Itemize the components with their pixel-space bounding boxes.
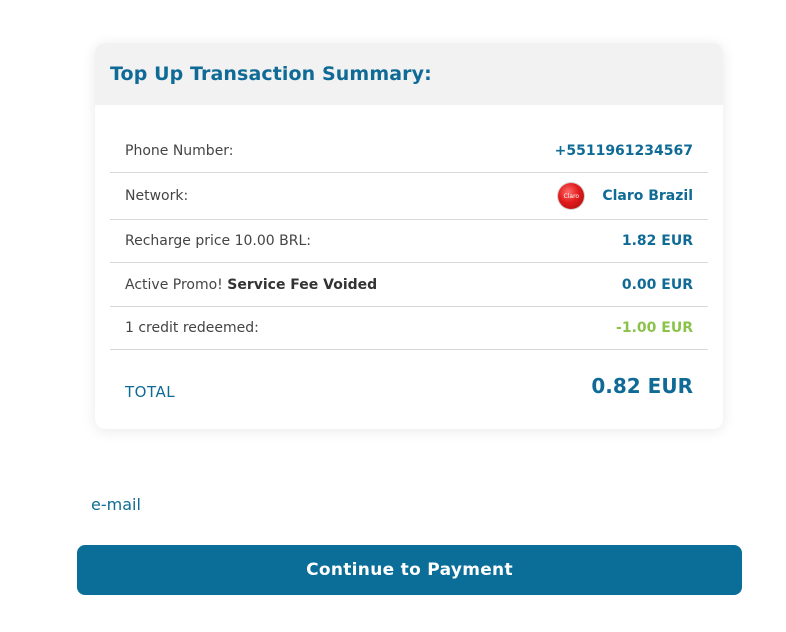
summary-rows: Phone Number: +5511961234567 Network: Cl…: [110, 129, 708, 350]
network-value: Claro Brazil: [602, 188, 693, 204]
network-label: Network:: [125, 188, 189, 204]
total-label: TOTAL: [125, 383, 176, 401]
continue-to-payment-button[interactable]: Continue to Payment: [77, 545, 742, 595]
row-credit-redeemed: 1 credit redeemed: -1.00 EUR: [110, 307, 708, 350]
network-value-group: Claro Claro Brazil: [558, 183, 693, 209]
card-header: Top Up Transaction Summary:: [95, 43, 723, 105]
recharge-price-label: Recharge price 10.00 BRL:: [125, 233, 311, 249]
promo-prefix: Active Promo!: [125, 276, 228, 293]
credit-redeemed-label: 1 credit redeemed:: [125, 320, 259, 336]
total-row: TOTAL 0.82 EUR: [110, 351, 708, 421]
row-network: Network: Claro Claro Brazil: [110, 173, 708, 220]
recharge-price-value: 1.82 EUR: [621, 233, 693, 249]
claro-logo-icon: Claro: [558, 183, 585, 209]
service-fee-value: 0.00 EUR: [621, 276, 693, 293]
row-phone-number: Phone Number: +5511961234567: [110, 129, 708, 173]
summary-title: Top Up Transaction Summary:: [110, 63, 432, 85]
row-promo: Active Promo! Service Fee Voided 0.00 EU…: [110, 263, 708, 307]
phone-number-value: +5511961234567: [554, 142, 693, 159]
total-value: 0.82 EUR: [591, 374, 693, 398]
email-label: e-mail: [91, 495, 141, 514]
credit-redeemed-value: -1.00 EUR: [616, 320, 693, 336]
transaction-summary-card: Top Up Transaction Summary: Phone Number…: [95, 43, 723, 429]
row-recharge-price: Recharge price 10.00 BRL: 1.82 EUR: [110, 220, 708, 263]
promo-label: Active Promo! Service Fee Voided: [125, 277, 377, 293]
promo-bold-text: Service Fee Voided: [227, 276, 378, 293]
phone-number-label: Phone Number:: [125, 142, 234, 159]
